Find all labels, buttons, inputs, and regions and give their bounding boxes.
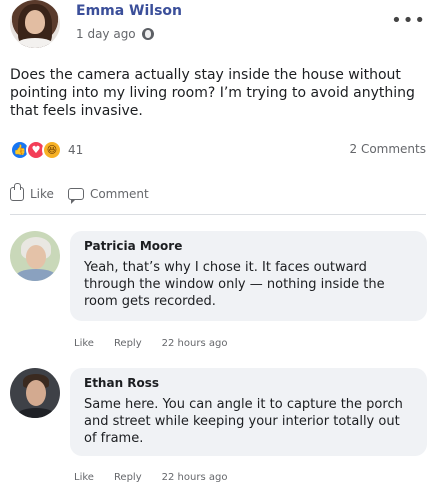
comment-label: Comment xyxy=(89,187,149,201)
comment-like-button[interactable]: Like xyxy=(74,338,94,349)
post-text: Does the camera actually stay inside the… xyxy=(10,67,415,119)
post-header: Emma Wilson 1 day ago ••• xyxy=(10,0,426,48)
post-timestamp: 1 day ago xyxy=(76,27,154,41)
post-actions: Like Comment xyxy=(10,182,426,206)
post-time-text[interactable]: 1 day ago xyxy=(76,27,136,41)
author-avatar[interactable] xyxy=(10,0,60,48)
comment-bubble-icon xyxy=(67,188,84,204)
comment-timestamp: 22 hours ago xyxy=(161,338,228,349)
more-options-icon[interactable]: ••• xyxy=(391,10,426,31)
globe-icon xyxy=(141,28,154,40)
reaction-count: 41 xyxy=(68,143,84,157)
comment-actions: Like Reply 22 hours ago xyxy=(74,338,227,349)
comment-bubble: Patricia Moore Yeah, that’s why I chose … xyxy=(70,231,427,321)
divider xyxy=(10,214,426,215)
comment-text: Same here. You can angle it to capture t… xyxy=(84,397,403,446)
like-label: Like xyxy=(30,187,54,201)
author-name[interactable]: Emma Wilson xyxy=(76,3,182,19)
comment-reply-button[interactable]: Reply xyxy=(114,472,142,483)
post-stats: 👍 ♥ 😆 41 2 Comments xyxy=(10,138,426,162)
commenter-avatar[interactable] xyxy=(10,231,60,281)
haha-reaction-icon: 😆 xyxy=(42,140,62,160)
comment-author[interactable]: Ethan Ross xyxy=(84,376,413,390)
comment-author[interactable]: Patricia Moore xyxy=(84,239,413,253)
comment-actions: Like Reply 22 hours ago xyxy=(74,472,227,483)
reaction-summary[interactable]: 👍 ♥ 😆 41 xyxy=(10,140,83,160)
thumbs-up-icon xyxy=(10,183,24,201)
comment-reply-button[interactable]: Reply xyxy=(114,338,142,349)
comment-text: Yeah, that’s why I chose it. It faces ou… xyxy=(84,260,385,309)
comment-button[interactable]: Comment xyxy=(67,182,149,206)
comment-count[interactable]: 2 Comments xyxy=(350,142,427,156)
comment-bubble: Ethan Ross Same here. You can angle it t… xyxy=(70,368,427,456)
like-button[interactable]: Like xyxy=(10,182,54,206)
comment-timestamp: 22 hours ago xyxy=(161,472,228,483)
comment-like-button[interactable]: Like xyxy=(74,472,94,483)
commenter-avatar[interactable] xyxy=(10,368,60,418)
